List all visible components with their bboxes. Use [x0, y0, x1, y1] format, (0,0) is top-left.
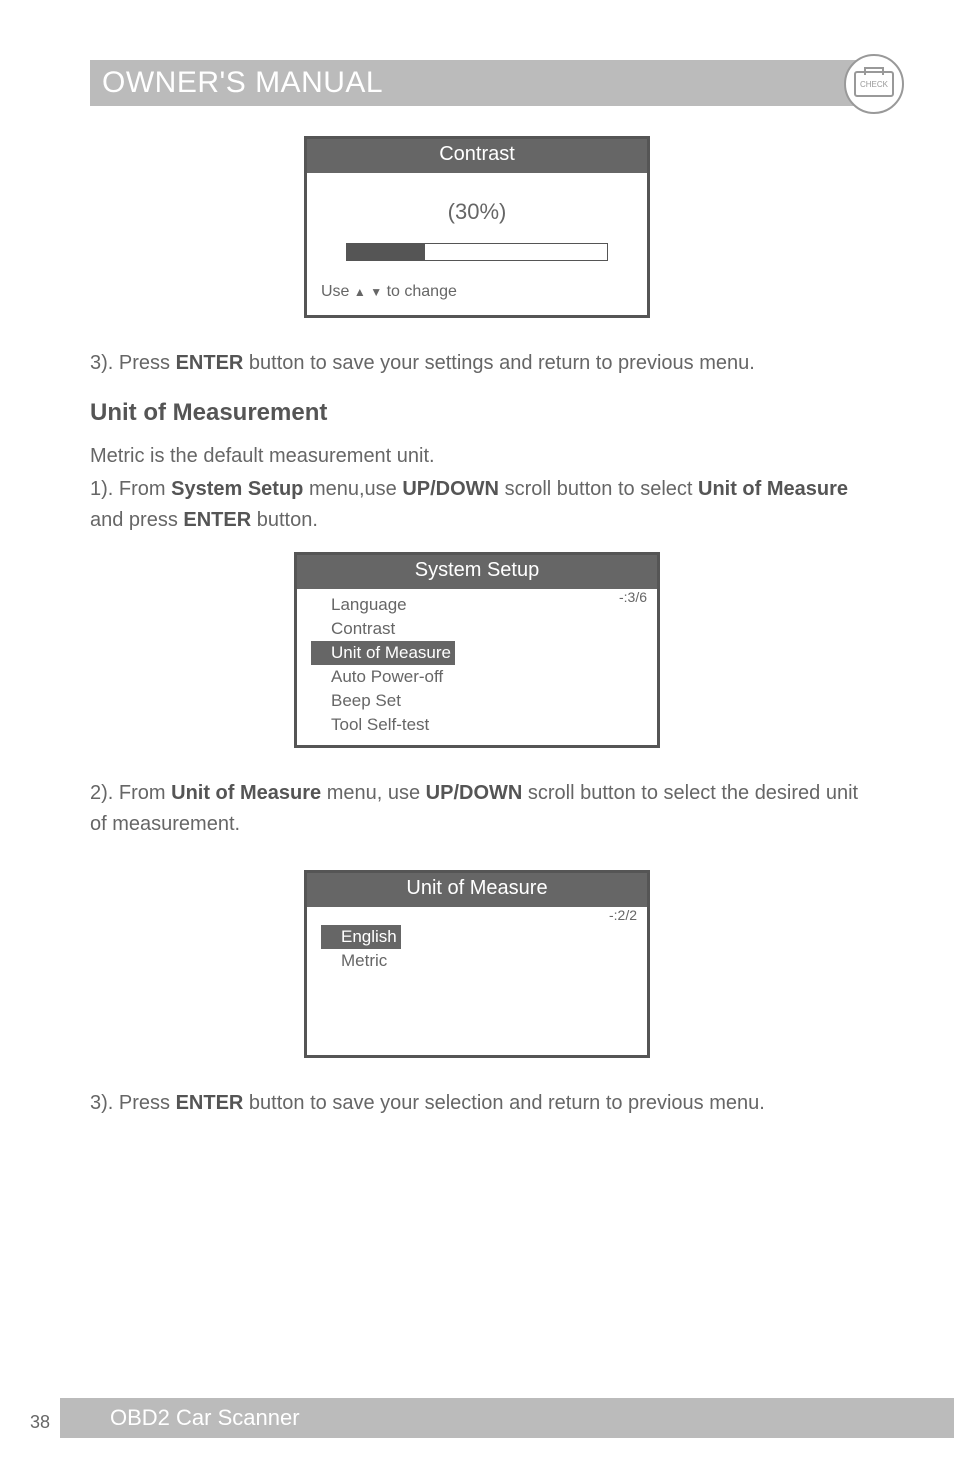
arrow-up-icon — [354, 283, 366, 300]
menu-item-unit-of-measure: Unit of Measure — [311, 641, 455, 665]
screen-contrast: Contrast (30%) Use to change — [304, 136, 650, 318]
enter-label: ENTER — [176, 1092, 244, 1114]
text: 3). Press — [90, 1092, 176, 1114]
unit-of-measure-label: Unit of Measure — [698, 478, 848, 500]
updown-label: UP/DOWN — [402, 478, 499, 500]
enter-label: ENTER — [176, 352, 244, 374]
enter-label: ENTER — [183, 509, 251, 531]
text: menu, use — [321, 782, 426, 804]
text: and press — [90, 509, 183, 531]
paragraph-select-desired-unit: 2). From Unit of Measure menu, use UP/DO… — [90, 778, 864, 840]
page-number: 38 — [30, 1412, 50, 1433]
paragraph-default-unit: Metric is the default measurement unit. — [90, 441, 864, 472]
screen-contrast-title: Contrast — [307, 139, 647, 173]
header-bar: OWNER'S MANUAL CHECK — [90, 60, 864, 106]
hint-suffix: to change — [387, 283, 457, 300]
paragraph-select-unit: 1). From System Setup menu,use UP/DOWN s… — [90, 474, 864, 536]
text: button. — [251, 509, 318, 531]
footer-bar: OBD2 Car Scanner — [60, 1398, 954, 1438]
screen-unit-body: -:2/2 ▶ English Metric — [307, 907, 647, 1055]
text: menu,use — [303, 478, 402, 500]
contrast-hint: Use to change — [321, 283, 633, 301]
system-setup-label: System Setup — [171, 478, 303, 500]
menu-item-beep-set: Beep Set — [311, 689, 643, 713]
unit-of-measure-label: Unit of Measure — [171, 782, 321, 804]
text: button to save your settings and return … — [243, 352, 754, 374]
text: 3). Press — [90, 352, 176, 374]
contrast-progress-fill — [347, 244, 425, 260]
header-title: OWNER'S MANUAL — [102, 66, 383, 100]
text: 2). From — [90, 782, 171, 804]
page: OWNER'S MANUAL CHECK Contrast (30%) Use … — [0, 0, 954, 1468]
section-heading-unit: Unit of Measurement — [90, 399, 864, 427]
hint-prefix: Use — [321, 283, 349, 300]
check-label: CHECK — [854, 71, 894, 97]
screen-system-setup-title: System Setup — [297, 555, 657, 589]
arrow-down-icon — [370, 283, 382, 300]
updown-label: UP/DOWN — [426, 782, 523, 804]
screen-system-setup-body: -:3/6 Language Contrast ▶ Unit of Measur… — [297, 589, 657, 745]
screen-unit-of-measure: Unit of Measure -:2/2 ▶ English Metric — [304, 870, 650, 1058]
footer-title: OBD2 Car Scanner — [110, 1405, 300, 1431]
screen-unit-title: Unit of Measure — [307, 873, 647, 907]
check-engine-icon: CHECK — [844, 54, 904, 114]
menu-item-english: English — [321, 925, 401, 949]
paragraph-save-contrast: 3). Press ENTER button to save your sett… — [90, 348, 864, 379]
menu-item-metric: Metric — [321, 949, 633, 973]
contrast-progress-bar — [346, 243, 608, 261]
text: button to save your selection and return… — [243, 1092, 764, 1114]
menu-item-tool-self-test: Tool Self-test — [311, 713, 643, 737]
paragraph-save-unit: 3). Press ENTER button to save your sele… — [90, 1088, 864, 1119]
text: 1). From — [90, 478, 171, 500]
screen-system-setup: System Setup -:3/6 Language Contrast ▶ U… — [294, 552, 660, 748]
text: scroll button to select — [499, 478, 698, 500]
unit-count: -:2/2 — [609, 907, 637, 923]
menu-item-contrast: Contrast — [311, 617, 643, 641]
screen-contrast-body: (30%) Use to change — [307, 173, 647, 315]
menu-item-language: Language — [311, 593, 643, 617]
contrast-value: (30%) — [321, 199, 633, 225]
menu-item-auto-power-off: Auto Power-off — [311, 665, 643, 689]
